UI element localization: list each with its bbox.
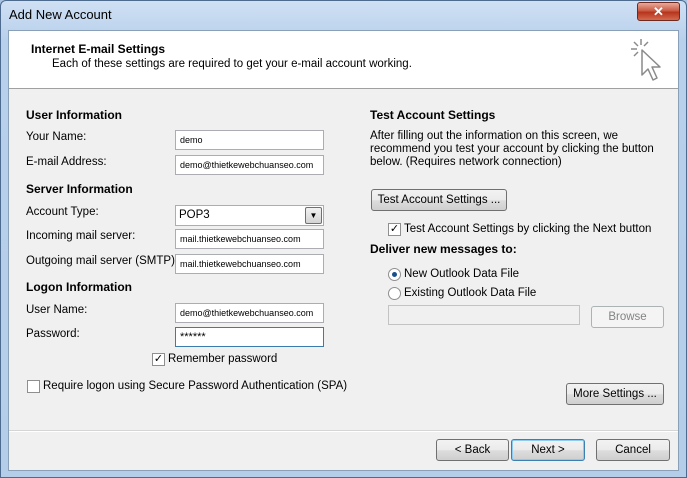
cancel-button[interactable]: Cancel [596,439,670,461]
more-settings-button[interactable]: More Settings ... [566,383,664,405]
browse-button: Browse [591,306,664,328]
window-title: Add New Account [9,7,112,22]
test-settings-heading: Test Account Settings [370,108,496,122]
test-settings-description: After filling out the information on thi… [370,130,654,168]
account-type-select[interactable]: POP3 ▼ [175,205,324,226]
password-label: Password: [26,328,80,340]
page-title: Internet E-mail Settings [31,42,166,56]
test-on-next-checkbox[interactable]: ✓ [388,223,401,236]
your-name-label: Your Name: [26,131,87,143]
existing-data-file-radio[interactable] [388,287,401,300]
title-bar: Add New Account ✕ [1,1,686,29]
test-on-next-label: Test Account Settings by clicking the Ne… [404,223,652,235]
incoming-server-label: Incoming mail server: [26,230,136,242]
email-address-input[interactable]: demo@thietkewebchuanseo.com [175,155,324,175]
account-type-value: POP3 [179,209,210,221]
spa-checkbox[interactable] [27,380,40,393]
close-icon: ✕ [653,4,664,19]
back-button[interactable]: < Back [436,439,509,461]
test-account-settings-button[interactable]: Test Account Settings ... [371,189,507,211]
existing-data-file-label: Existing Outlook Data File [404,287,537,299]
server-info-heading: Server Information [26,182,133,196]
remember-password-label: Remember password [168,353,278,365]
header-panel: Internet E-mail Settings Each of these s… [9,31,678,89]
close-button[interactable]: ✕ [637,2,680,21]
footer-divider-highlight [9,431,678,432]
user-name-label: User Name: [26,304,88,316]
mouse-cursor-click-icon [631,39,661,81]
outgoing-server-input[interactable]: mail.thietkewebchuanseo.com [175,254,324,274]
remember-password-checkbox[interactable]: ✓ [152,353,165,366]
next-button[interactable]: Next > [511,439,585,461]
user-info-heading: User Information [26,108,123,122]
incoming-server-input[interactable]: mail.thietkewebchuanseo.com [175,229,324,249]
new-data-file-label: New Outlook Data File [404,268,520,280]
checkmark-icon: ✓ [153,353,164,365]
add-account-dialog: Add New Account ✕ Internet E-mail Settin… [0,0,687,478]
checkmark-icon: ✓ [389,223,400,235]
deliver-heading: Deliver new messages to: [370,242,517,256]
data-file-path-input [388,305,580,325]
account-type-label: Account Type: [26,206,99,218]
new-data-file-radio[interactable] [388,268,401,281]
spa-label: Require logon using Secure Password Auth… [43,380,348,392]
user-name-input[interactable]: demo@thietkewebchuanseo.com [175,303,324,323]
outgoing-server-label: Outgoing mail server (SMTP): [26,255,179,267]
page-subtitle: Each of these settings are required to g… [52,58,412,70]
logon-info-heading: Logon Information [26,280,132,294]
email-address-label: E-mail Address: [26,156,107,168]
dialog-body: Internet E-mail Settings Each of these s… [8,30,679,471]
chevron-down-icon[interactable]: ▼ [305,207,322,224]
your-name-input[interactable]: demo [175,130,324,150]
password-input[interactable]: ****** [175,327,324,347]
